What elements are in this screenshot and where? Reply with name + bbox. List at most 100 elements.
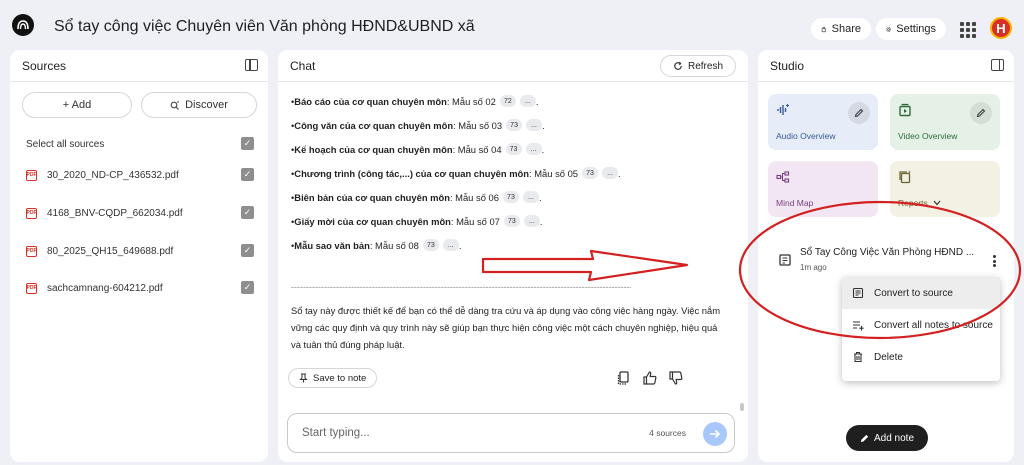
save-to-note-label: Save to note: [313, 372, 367, 384]
convert-all-icon: [853, 321, 864, 331]
more-citations-chip[interactable]: ...: [602, 167, 619, 179]
avatar[interactable]: H: [990, 17, 1012, 39]
discover-button[interactable]: Discover: [141, 92, 257, 118]
select-all-row: Select all sources ✓: [26, 134, 254, 154]
pdf-icon: PDF: [26, 207, 37, 219]
apps-grid-icon[interactable]: [958, 20, 976, 38]
reports-tile[interactable]: Reports: [890, 161, 1000, 217]
convert-to-source-label: Convert to source: [874, 287, 953, 299]
more-citations-chip[interactable]: ...: [523, 215, 540, 227]
more-citations-chip[interactable]: ...: [519, 95, 536, 107]
citation-chip[interactable]: 73: [422, 239, 439, 251]
citation-chip[interactable]: 73: [582, 167, 599, 179]
refresh-icon: [674, 61, 682, 70]
copy-icon[interactable]: [616, 370, 632, 386]
convert-all-notes-menu-item[interactable]: Convert all notes to source: [842, 309, 1000, 341]
send-arrow-icon: [710, 429, 721, 439]
chat-bullet: • Giấy mời của cơ quan chuyên môn: Mẫu s…: [291, 215, 543, 227]
edit-audio-button[interactable]: [848, 102, 870, 124]
app-header: Sổ tay công việc Chuyên viên Văn phòng H…: [0, 0, 1024, 50]
send-button[interactable]: [703, 422, 727, 446]
citation-chip[interactable]: 73: [506, 119, 523, 131]
chat-bullet: • Chương trình (công tác,...) của cơ qua…: [291, 167, 621, 179]
pencil-icon: [854, 108, 864, 118]
more-citations-chip[interactable]: ...: [525, 143, 542, 155]
edit-video-button[interactable]: [970, 102, 992, 124]
note-icon: [779, 254, 791, 266]
mind-map-icon: [776, 171, 790, 183]
convert-icon: [852, 287, 864, 299]
studio-title: Studio: [770, 58, 805, 73]
chat-panel: Chat Refresh • Báo cáo của cơ quan chuyê…: [278, 50, 748, 462]
source-checkbox[interactable]: ✓: [241, 168, 254, 181]
more-citations-chip[interactable]: ...: [442, 239, 459, 251]
citation-chip[interactable]: 73: [503, 215, 520, 227]
add-note-button[interactable]: Add note: [846, 425, 928, 451]
chat-panel-header: Chat Refresh: [278, 50, 748, 82]
source-checkbox[interactable]: ✓: [241, 281, 254, 294]
chat-scrollbar[interactable]: [740, 403, 744, 411]
chevron-down-icon[interactable]: [933, 200, 941, 206]
pencil-icon: [976, 108, 986, 118]
note-title: Sổ Tay Công Việc Văn Phòng HĐND ...: [800, 247, 975, 258]
audio-overview-tile[interactable]: Audio Overview: [768, 94, 878, 150]
trash-icon: [854, 351, 862, 363]
bullet-text: : Mẫu số 03: [453, 119, 503, 131]
pencil-icon: [860, 434, 869, 442]
thumbs-down-icon[interactable]: [668, 370, 684, 386]
source-checkbox[interactable]: ✓: [241, 244, 254, 257]
more-citations-chip[interactable]: ...: [526, 119, 543, 131]
collapse-sources-icon[interactable]: [245, 59, 258, 71]
chat-bullet: • Biên bản của cơ quan chuyên môn: Mẫu s…: [291, 191, 542, 203]
share-button[interactable]: Share: [811, 18, 871, 40]
delete-menu-item[interactable]: Delete: [842, 341, 1000, 373]
more-options-icon[interactable]: [988, 253, 1000, 269]
citation-chip[interactable]: 73: [505, 143, 522, 155]
thumbs-up-icon[interactable]: [642, 370, 658, 386]
citation-chip[interactable]: 73: [502, 191, 519, 203]
chat-paragraph: Sổ tay này được thiết kế để bạn có thể d…: [291, 305, 721, 350]
bullet-bold: Mẫu sao văn bản: [294, 239, 370, 251]
sources-count: 4 sources: [649, 428, 686, 438]
share-icon: [821, 26, 826, 32]
settings-label: Settings: [896, 23, 936, 35]
source-item[interactable]: PDF 80_2025_QH15_649688.pdf ✓: [26, 241, 254, 261]
bullet-text: : Mẫu số 02: [446, 95, 496, 107]
reports-label-text: Reports: [898, 198, 928, 208]
notebook-title[interactable]: Sổ tay công việc Chuyên viên Văn phòng H…: [54, 18, 475, 36]
settings-button[interactable]: Settings: [876, 18, 946, 40]
video-overview-label: Video Overview: [898, 131, 958, 141]
add-source-button[interactable]: + Add: [22, 92, 132, 118]
sparkle-search-icon: [170, 100, 180, 110]
source-item[interactable]: PDF 30_2020_ND-CP_436532.pdf ✓: [26, 165, 254, 185]
video-overview-tile[interactable]: Video Overview: [890, 94, 1000, 150]
source-checkbox[interactable]: ✓: [241, 206, 254, 219]
refresh-button[interactable]: Refresh: [659, 55, 736, 77]
bullet-bold: Kế hoạch của cơ quan chuyên môn: [294, 143, 453, 155]
more-citations-chip[interactable]: ...: [522, 191, 539, 203]
select-all-checkbox[interactable]: ✓: [241, 137, 254, 150]
citation-chip[interactable]: 72: [499, 95, 516, 107]
mind-map-tile[interactable]: Mind Map: [768, 161, 878, 217]
note-context-menu: Convert to source Convert all notes to s…: [842, 277, 1000, 381]
collapse-studio-icon[interactable]: [991, 59, 1004, 71]
source-item-name: 4168_BNV-CQDP_662034.pdf: [47, 207, 183, 219]
save-to-note-button[interactable]: Save to note: [288, 368, 378, 388]
reports-label: Reports: [898, 198, 941, 208]
sources-panel: Sources + Add Discover Select all source…: [10, 50, 268, 462]
bullet-text: : Mẫu số 05: [529, 167, 579, 179]
chat-bullet: • Công văn của cơ quan chuyên môn: Mẫu s…: [291, 119, 545, 131]
chat-input[interactable]: [302, 427, 602, 439]
notebooklm-logo-icon[interactable]: [12, 14, 34, 36]
video-icon: [899, 103, 911, 117]
source-item[interactable]: PDF 4168_BNV-CQDP_662034.pdf ✓: [26, 203, 254, 223]
convert-to-source-menu-item[interactable]: Convert to source: [842, 277, 1000, 309]
bullet-bold: Công văn của cơ quan chuyên môn: [294, 119, 454, 131]
bullet-bold: Chương trình (công tác,...) của cơ quan …: [294, 167, 530, 179]
text-divider: ----------------------------------------…: [291, 282, 631, 292]
source-item-name: 80_2025_QH15_649688.pdf: [47, 245, 174, 257]
source-item-name: 30_2020_ND-CP_436532.pdf: [47, 169, 179, 181]
gear-icon: [886, 26, 891, 32]
reports-icon: [899, 170, 911, 184]
source-item[interactable]: PDF sachcamnang-604212.pdf ✓: [26, 278, 254, 298]
